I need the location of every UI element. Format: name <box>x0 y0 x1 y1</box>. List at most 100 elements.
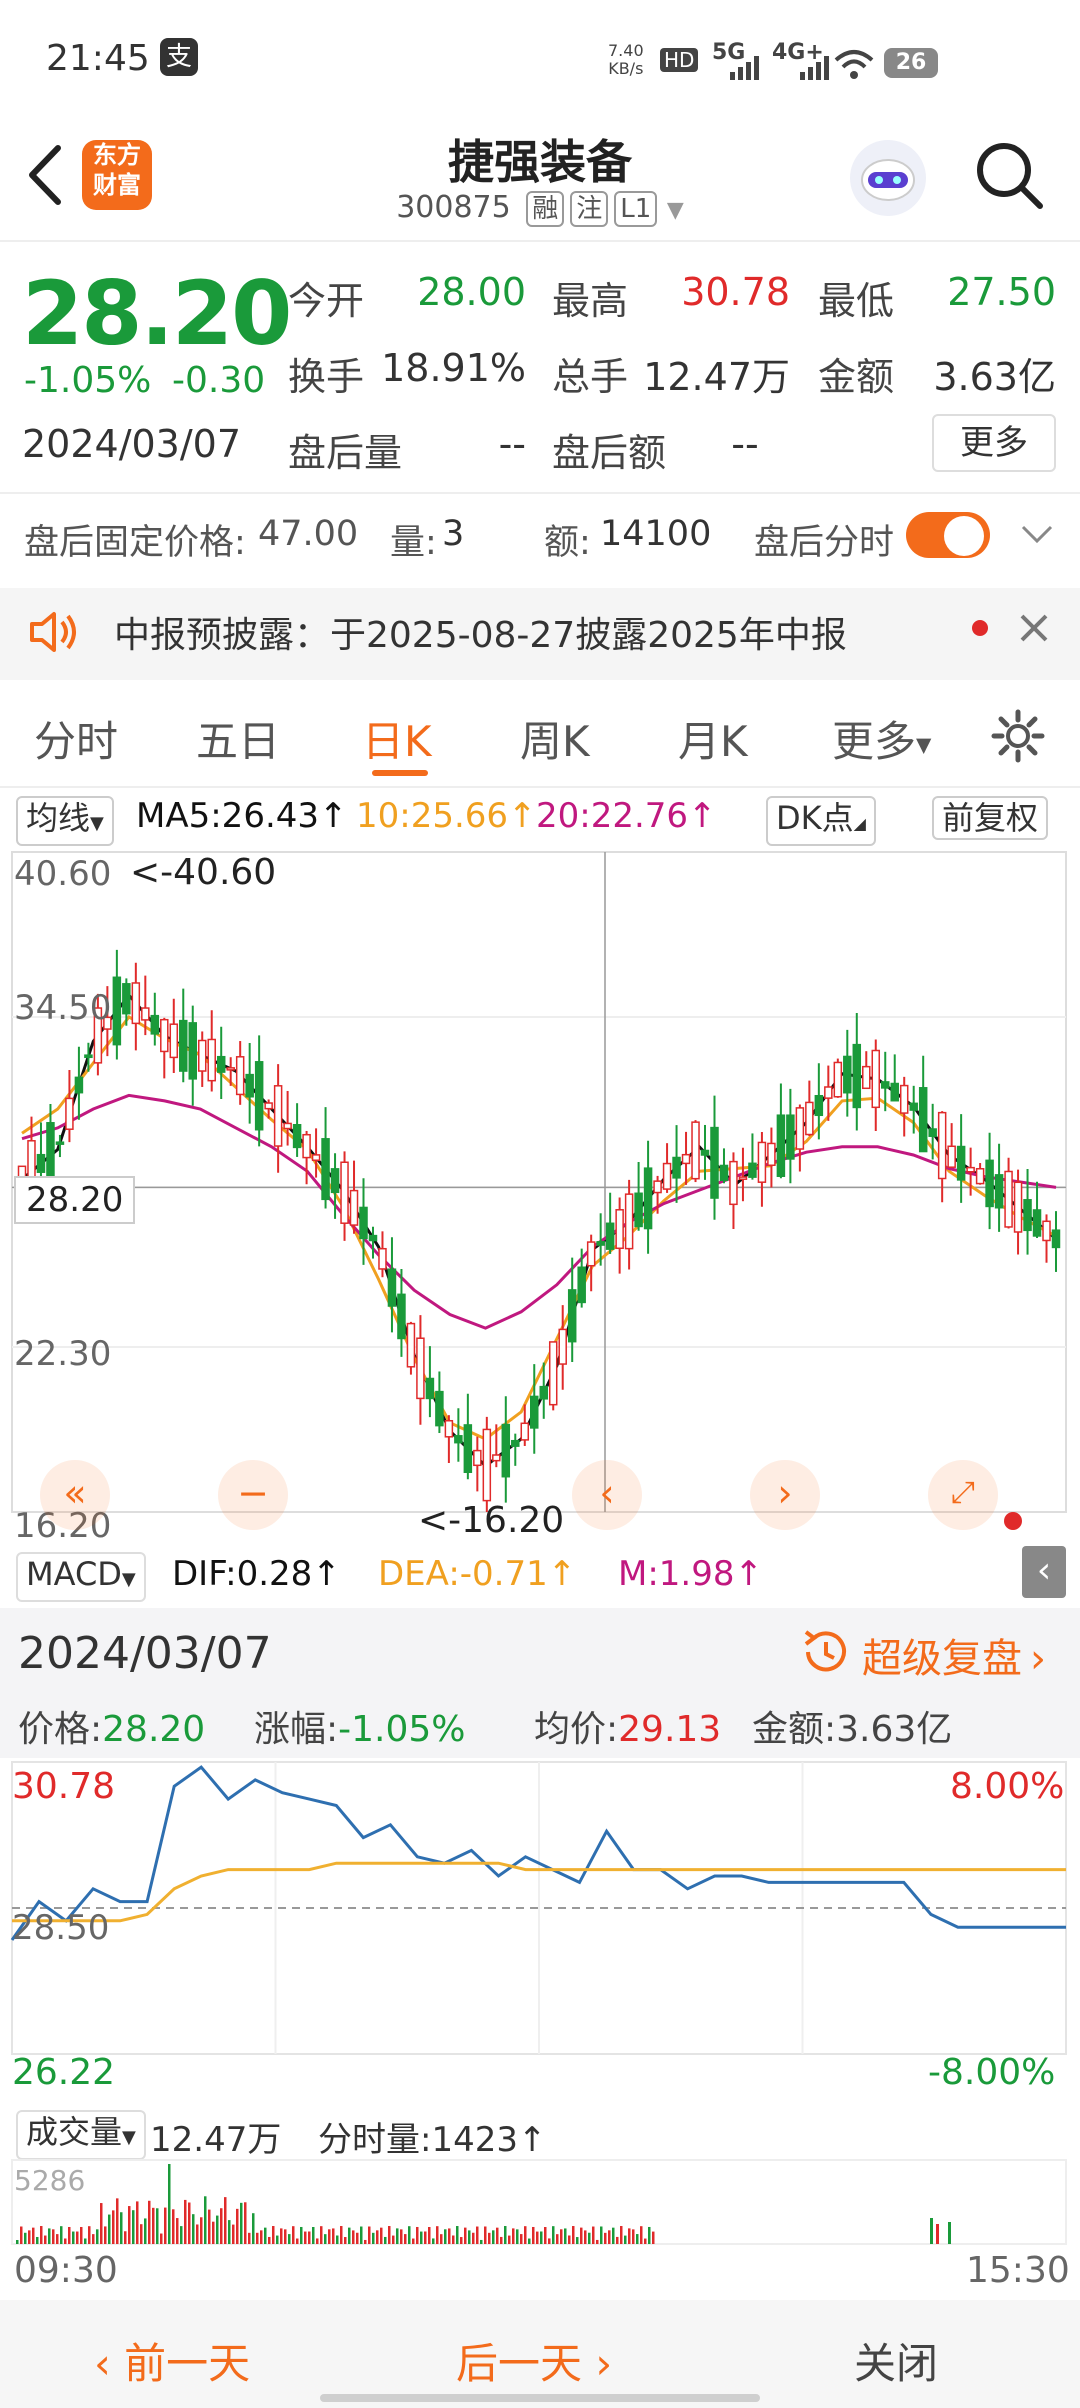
active-tab-indicator <box>372 770 428 776</box>
next-day-button[interactable]: 后一天 › <box>456 2330 612 2391</box>
chevron-down-icon[interactable] <box>1020 522 1054 546</box>
robot-assistant-icon[interactable] <box>846 136 930 220</box>
volume-bar <box>584 2230 587 2244</box>
volume-bar <box>544 2227 547 2244</box>
volume-bar <box>148 2200 151 2244</box>
kline-chart[interactable] <box>0 846 1080 1546</box>
volume-label: 总手 <box>552 355 629 399</box>
tab-weekly-k[interactable]: 周K <box>520 708 590 769</box>
volume-bar <box>316 2238 319 2244</box>
close-icon[interactable] <box>1018 612 1050 644</box>
indicator-select[interactable]: 均线▼ <box>16 796 114 846</box>
volume-bar <box>324 2234 327 2244</box>
volume-bar <box>144 2218 147 2244</box>
volume-bar <box>308 2231 311 2244</box>
ah-qty: 3 <box>442 514 465 554</box>
intraday-chart[interactable] <box>0 1758 1080 2058</box>
volume-bar <box>356 2232 359 2244</box>
scroll-left-icon[interactable]: ‹ <box>572 1460 642 1530</box>
kline-candle-body <box>767 1142 776 1166</box>
intraday-pct-bottom: -8.00% <box>928 2052 1056 2093</box>
ah-volume-label: 盘后量 <box>288 431 403 475</box>
super-review-button[interactable]: 超级复盘 › <box>862 1626 1046 1684</box>
volume-bar <box>64 2238 67 2244</box>
fullscreen-icon[interactable]: ⤢ <box>928 1460 998 1530</box>
battery-icon: 26 <box>884 48 938 78</box>
volume-bar <box>568 2235 571 2244</box>
kline-candle-body <box>473 1449 482 1467</box>
zoom-out-icon[interactable]: − <box>218 1460 288 1530</box>
volume-bar <box>476 2226 479 2244</box>
kline-candle-body <box>273 1085 283 1147</box>
volume-bar <box>32 2227 35 2244</box>
tab-monthly-k[interactable]: 月K <box>678 708 748 769</box>
toggle-knob <box>944 516 984 556</box>
kline-candle-body <box>748 1162 757 1178</box>
volume-bar <box>72 2231 75 2244</box>
macd-m: M:1.98↑ <box>618 1554 763 1594</box>
kline-candle-body <box>179 1019 188 1072</box>
kline-candle-body <box>918 1087 928 1153</box>
tab-timeshare[interactable]: 分时 <box>34 708 118 769</box>
search-icon[interactable] <box>974 140 1046 212</box>
dropdown-triangle-icon[interactable]: ▼ <box>667 198 684 223</box>
kline-candle-body <box>321 1138 330 1201</box>
history-clock-icon[interactable] <box>798 1626 850 1678</box>
volume-bar <box>472 2232 475 2244</box>
kline-candle-body <box>890 1082 899 1102</box>
kline-candle-body <box>975 1168 985 1185</box>
volume-bar <box>252 2213 255 2244</box>
settings-gear-icon[interactable] <box>990 708 1046 764</box>
kline-frame <box>11 851 1067 1513</box>
kline-candle-body <box>1013 1181 1023 1233</box>
volume-bar <box>152 2207 155 2244</box>
volume-bar <box>548 2238 551 2244</box>
volume-bar <box>56 2234 59 2244</box>
kline-candle-body <box>65 1097 74 1130</box>
scroll-left-far-icon[interactable]: « <box>40 1460 110 1530</box>
close-button[interactable]: 关闭 <box>854 2330 938 2391</box>
tab-more[interactable]: 更多▼ <box>832 708 931 769</box>
volume-bar <box>624 2235 627 2244</box>
volume-select[interactable]: 成交量▼ <box>16 2110 146 2160</box>
volume-bar <box>204 2196 207 2244</box>
dk-point-button[interactable]: DK点◢ <box>766 796 876 846</box>
header-divider <box>0 240 1080 242</box>
low-value: 27.50 <box>947 270 1056 314</box>
volume-bar <box>248 2232 251 2244</box>
kline-candle-body <box>416 1337 425 1400</box>
prev-day-button[interactable]: ‹ 前一天 <box>94 2330 250 2391</box>
volume-bar <box>284 2229 287 2244</box>
kline-candle-body <box>122 983 131 1015</box>
volume-bar <box>220 2208 223 2244</box>
volume-bar <box>580 2227 583 2244</box>
kline-candle-body <box>548 1341 558 1406</box>
kline-candle-body <box>833 1061 843 1098</box>
notice-text[interactable]: 中报预披露：于2025-08-27披露2025年中报 <box>114 606 847 658</box>
volume-bar <box>500 2236 503 2244</box>
kline-candle-body <box>264 1102 273 1110</box>
ah-volume-value: -- <box>498 422 526 466</box>
volume-chart <box>11 2159 1067 2245</box>
adjust-button[interactable]: 前复权 <box>932 796 1049 840</box>
chevron-right-icon: › <box>1030 1636 1046 1682</box>
volume-bar <box>104 2226 107 2244</box>
ah-amount-value: -- <box>731 422 759 466</box>
volume-bar <box>528 2238 531 2244</box>
volume-bar <box>228 2220 231 2244</box>
more-button[interactable]: 更多 <box>932 414 1056 472</box>
tab-five-day[interactable]: 五日 <box>196 708 280 769</box>
volume-bar <box>612 2227 615 2244</box>
macd-dif: DIF:0.28↑ <box>172 1554 341 1594</box>
macd-select[interactable]: MACD▼ <box>16 1552 146 1602</box>
scroll-right-icon[interactable]: › <box>750 1460 820 1530</box>
collapse-panel-icon[interactable]: ‹ <box>1022 1546 1066 1598</box>
quote-date: 2024/03/07 <box>22 422 242 466</box>
kline-candle-body <box>909 1102 918 1111</box>
registration-tag: 注 <box>570 191 609 227</box>
volume-bar <box>488 2232 491 2244</box>
volume-bar <box>88 2226 91 2244</box>
volume-bar <box>96 2229 99 2244</box>
tab-daily-k[interactable]: 日K <box>362 708 432 769</box>
kline-candle-body <box>406 1322 416 1368</box>
